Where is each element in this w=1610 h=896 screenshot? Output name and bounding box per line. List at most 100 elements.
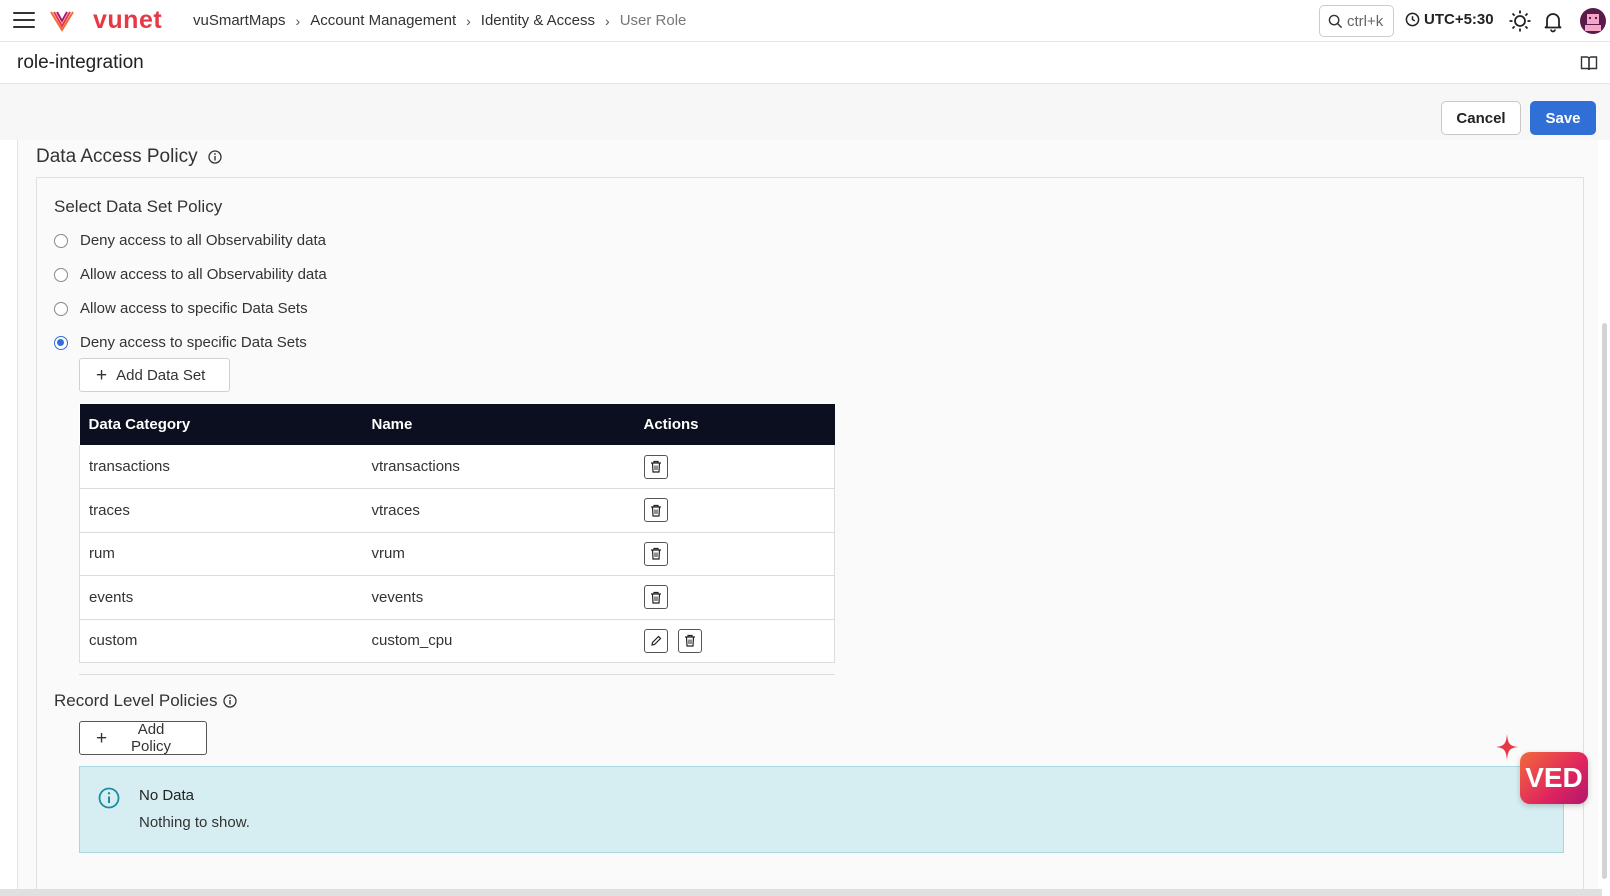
delete-button[interactable] (677, 628, 702, 653)
cell-category: custom (79, 619, 363, 663)
delete-button[interactable] (643, 454, 668, 479)
trash-icon (650, 460, 661, 473)
card-title: Select Data Set Policy (54, 197, 223, 216)
logo-text[interactable]: vunet (93, 6, 162, 35)
radio-button[interactable] (54, 301, 68, 316)
cell-name: vevents (362, 575, 635, 620)
empty-state-message: Nothing to show. (139, 814, 250, 831)
column-header[interactable]: Data Category (79, 404, 363, 445)
breadcrumb-vusmartmaps[interactable]: vuSmartMaps (193, 12, 286, 29)
cell-category: rum (79, 532, 363, 576)
timezone-label: UTC+5:30 (1424, 11, 1494, 28)
main-content: Data Access Policy Select Data Set Polic… (17, 140, 1598, 890)
radio-label: Deny access to all Observability data (80, 232, 326, 249)
cell-actions (634, 488, 835, 533)
record-level-policies-heading: Record Level Policies (54, 691, 238, 711)
clock-icon (1405, 12, 1420, 27)
avatar[interactable] (1580, 8, 1606, 34)
empty-state-alert: No Data Nothing to show. (79, 766, 1564, 853)
trash-icon (684, 635, 695, 647)
radio-button[interactable] (54, 233, 68, 248)
save-button[interactable]: Save (1530, 101, 1596, 135)
cell-category: transactions (79, 445, 363, 489)
cell-name: vtransactions (362, 445, 635, 489)
cell-category: events (79, 575, 363, 620)
radio-allow-specific[interactable]: Allow access to specific Data Sets (54, 300, 308, 317)
subsection-title: Record Level Policies (54, 691, 218, 710)
radio-deny-specific[interactable]: Deny access to specific Data Sets (54, 334, 307, 351)
radio-allow-all[interactable]: Allow access to all Observability data (54, 266, 327, 283)
breadcrumb: vuSmartMaps › Account Management › Ident… (193, 12, 686, 29)
cell-actions (634, 532, 835, 576)
cell-name: vtraces (362, 488, 635, 533)
search-shortcut: ctrl+k (1347, 12, 1384, 30)
info-circle-icon (98, 787, 120, 809)
table-row: events vevents (79, 575, 835, 620)
column-header[interactable]: Name (362, 404, 635, 445)
radio-label: Deny access to specific Data Sets (80, 334, 307, 351)
top-navbar: vunet vuSmartMaps › Account Management ›… (0, 0, 1610, 42)
data-access-policy-heading: Data Access Policy (36, 146, 222, 168)
cell-actions (634, 575, 835, 620)
section-title: Data Access Policy (36, 146, 198, 167)
breadcrumb-separator: › (605, 12, 610, 29)
radio-label: Allow access to all Observability data (80, 266, 327, 283)
page-title: role-integration (17, 52, 144, 73)
add-policy-button[interactable]: + Add Policy (79, 721, 207, 755)
timezone-selector[interactable]: UTC+5:30 (1405, 11, 1494, 28)
add-policy-label: Add Policy (131, 721, 172, 755)
table-header-row: Data Category Name Actions (79, 404, 835, 445)
cancel-button[interactable]: Cancel (1441, 101, 1521, 135)
delete-button[interactable] (643, 498, 668, 523)
plus-icon: + (96, 364, 108, 386)
breadcrumb-identity-access[interactable]: Identity & Access (481, 12, 595, 29)
trash-icon (650, 504, 661, 517)
horizontal-scrollbar[interactable] (0, 889, 1602, 896)
cell-category: traces (79, 488, 363, 533)
data-set-table: Data Category Name Actions transactions … (79, 404, 835, 663)
edit-button[interactable] (643, 628, 668, 653)
ved-assistant-button[interactable]: VED (1520, 752, 1588, 804)
page-header: role-integration (0, 42, 1610, 84)
radio-label: Allow access to specific Data Sets (80, 300, 308, 317)
column-header: Actions (634, 404, 835, 445)
sparkle-icon (1496, 734, 1518, 760)
empty-state-title: No Data (139, 787, 195, 804)
cell-actions (634, 445, 835, 489)
sun-icon[interactable] (1508, 9, 1532, 33)
plus-icon: + (96, 727, 108, 749)
menu-icon[interactable] (13, 12, 35, 30)
trash-icon (650, 548, 661, 560)
action-bar: Cancel Save (0, 84, 1610, 140)
trash-icon (650, 591, 661, 604)
breadcrumb-separator: › (295, 12, 301, 29)
vertical-scrollbar[interactable] (1602, 323, 1607, 879)
breadcrumb-account-management[interactable]: Account Management (310, 12, 456, 29)
table-row: custom custom_cpu (79, 619, 835, 663)
cell-actions (634, 619, 835, 663)
breadcrumb-separator: › (466, 12, 471, 29)
add-data-set-label: Add Data Set (116, 366, 206, 384)
delete-button[interactable] (643, 585, 668, 610)
table-row: rum vrum (79, 532, 835, 576)
breadcrumb-user-role: User Role (619, 12, 687, 29)
bell-icon[interactable] (1541, 9, 1565, 33)
table-row: transactions vtransactions (79, 445, 835, 489)
data-set-policy-card: Select Data Set Policy Deny access to al… (36, 177, 1584, 890)
info-icon[interactable] (207, 150, 222, 164)
radio-button-selected[interactable] (54, 335, 68, 350)
radio-button[interactable] (54, 267, 68, 282)
delete-button[interactable] (643, 541, 668, 566)
info-icon[interactable] (223, 694, 238, 708)
divider (79, 674, 835, 675)
search-button[interactable]: ctrl+k (1319, 5, 1394, 37)
cell-name: custom_cpu (362, 619, 635, 663)
vunet-logo-icon[interactable] (49, 8, 75, 34)
book-icon[interactable] (1580, 54, 1598, 72)
pencil-icon (650, 635, 661, 646)
cell-name: vrum (362, 532, 635, 576)
add-data-set-button[interactable]: + Add Data Set (79, 358, 230, 392)
search-icon (1328, 14, 1343, 28)
table-row: traces vtraces (79, 488, 835, 533)
radio-deny-all[interactable]: Deny access to all Observability data (54, 232, 326, 249)
